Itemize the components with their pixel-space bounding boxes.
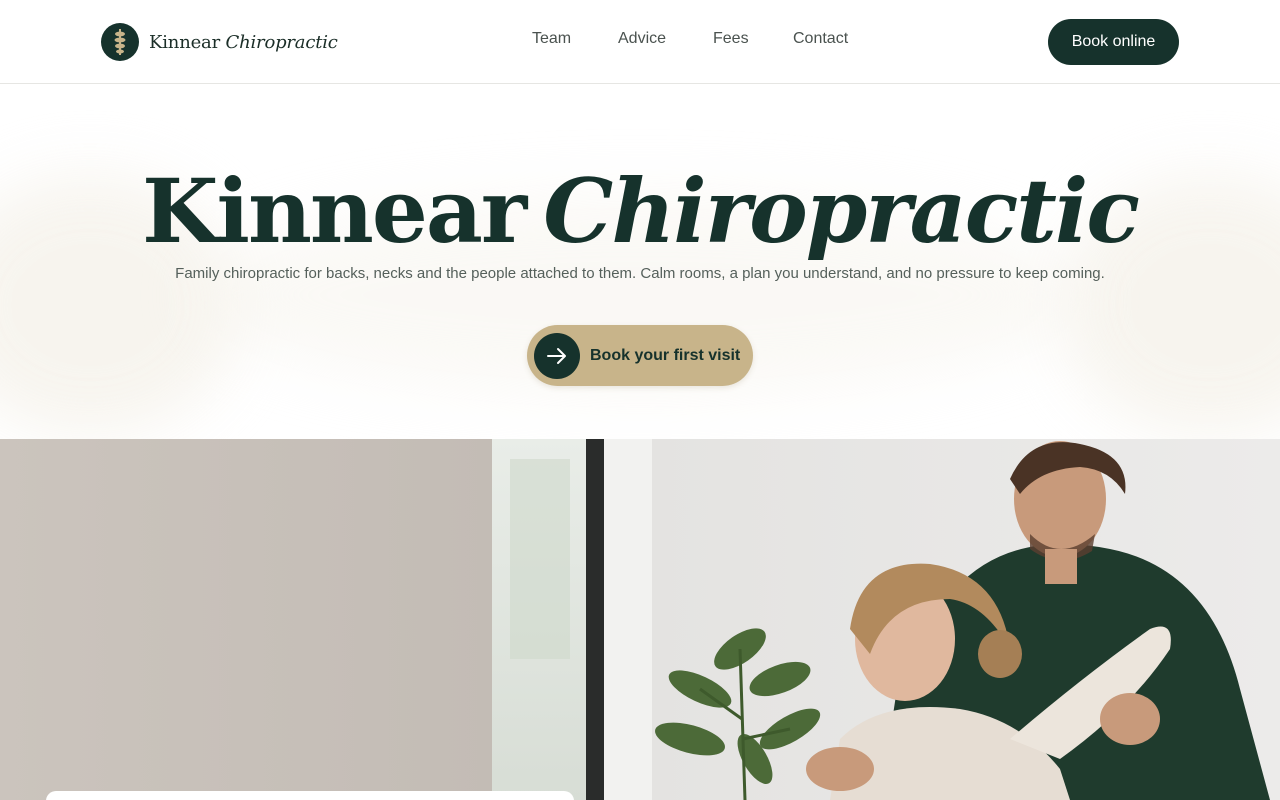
hero-subtitle: Family chiropractic for backs, necks and…: [175, 265, 1105, 282]
main-nav: Team Advice Fees Contact: [532, 30, 848, 48]
nav-link-fees[interactable]: Fees: [713, 30, 793, 48]
book-first-visit-button[interactable]: Book your first visit: [527, 325, 753, 386]
brand-link[interactable]: Kinnear Chiropractic: [101, 22, 338, 62]
hero-section: Kinnear Chiropractic Family chiropractic …: [0, 85, 1280, 439]
nav-link-team[interactable]: Team: [532, 30, 618, 48]
hero-photo: [0, 439, 1280, 800]
book-online-button[interactable]: Book online: [1048, 19, 1179, 65]
arrow-right-icon: [534, 332, 580, 379]
nav-link-contact[interactable]: Contact: [793, 30, 848, 48]
site-header: Kinnear Chiropractic Team Advice Fees Co…: [0, 0, 1280, 84]
book-first-visit-label: Book your first visit: [590, 346, 741, 364]
info-card-peek: [46, 791, 574, 800]
brand-name-italic: Chiropractic: [225, 31, 338, 53]
hero-title-italic: Chiropractic: [543, 159, 1140, 263]
nav-link-advice[interactable]: Advice: [618, 30, 713, 48]
brand-name-plain: Kinnear: [149, 31, 220, 53]
hero-title: Kinnear Chiropractic: [0, 161, 1280, 261]
hero-title-plain: Kinnear: [142, 159, 527, 263]
clinic-treatment-photo: [0, 439, 1280, 800]
spine-icon: [101, 23, 139, 61]
brand-name: Kinnear Chiropractic: [149, 32, 338, 53]
